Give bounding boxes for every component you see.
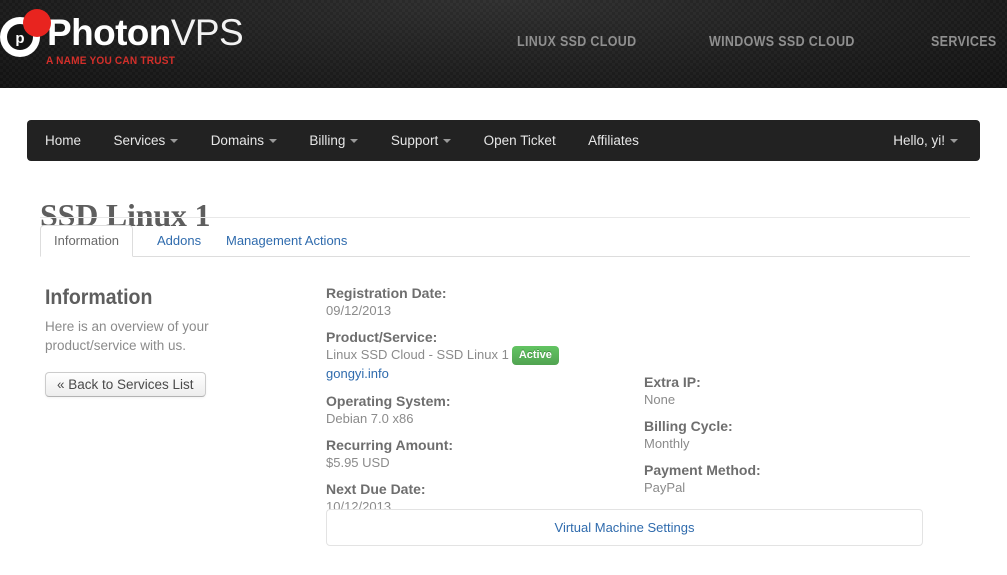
nav-item-open-ticket[interactable]: Open Ticket [470, 120, 570, 161]
field-recurring-amount-label: Recurring Amount: [326, 437, 454, 453]
virtual-machine-settings-panel[interactable]: Virtual Machine Settings [326, 509, 923, 546]
site-header: p PhotonVPS A NAME YOU CAN TRUST LINUX S… [0, 0, 1007, 88]
nav-item-affiliates[interactable]: Affiliates [574, 120, 653, 161]
field-payment-method-value: PayPal [644, 480, 686, 495]
tab-addons[interactable]: Addons [144, 226, 214, 257]
field-payment-method-label: Payment Method: [644, 462, 761, 478]
account-menu-label: Hello, yi! [893, 133, 945, 148]
nav-item-home-label: Home [45, 133, 82, 148]
nav-item-home[interactable]: Home [27, 120, 95, 161]
nav-item-billing-label: Billing [309, 133, 346, 148]
top-nav-item-windows-ssd-cloud[interactable]: WINDOWS SSD CLOUD [709, 30, 855, 54]
nav-item-open-ticket-label: Open Ticket [483, 133, 556, 148]
info-panel-description: Here is an overview of your product/serv… [45, 319, 209, 353]
field-recurring-amount: Recurring Amount: $5.95 USD [326, 436, 641, 471]
brand-name-photon: Photon [47, 12, 171, 53]
tab-management-actions[interactable]: Management Actions [213, 226, 360, 257]
brand-tagline: A NAME YOU CAN TRUST [46, 55, 176, 67]
main-navbar: Home Services Domains Billing Support Op… [27, 120, 980, 161]
field-payment-method: Payment Method: PayPal [644, 461, 924, 496]
field-operating-system-label: Operating System: [326, 393, 451, 409]
title-divider [40, 217, 970, 218]
field-next-due-date-label: Next Due Date: [326, 481, 426, 497]
info-panel-heading: Information [45, 286, 153, 309]
nav-item-affiliates-label: Affiliates [588, 133, 639, 148]
product-service-text: Linux SSD Cloud - SSD Linux 1 [326, 347, 509, 362]
chevron-down-icon [268, 139, 277, 143]
nav-item-services-label: Services [113, 133, 166, 148]
top-navigation: LINUX SSD CLOUD WINDOWS SSD CLOUD SERVIC… [517, 30, 1007, 54]
nav-item-services[interactable]: Services [99, 120, 192, 161]
details-left-column: Registration Date: 09/12/2013 Product/Se… [326, 284, 641, 524]
chevron-down-icon [350, 139, 359, 143]
field-extra-ip-label: Extra IP: [644, 374, 701, 390]
photonvps-logo-icon: p [0, 9, 52, 61]
field-billing-cycle: Billing Cycle: Monthly [644, 417, 924, 452]
field-billing-cycle-label: Billing Cycle: [644, 418, 733, 434]
top-nav-item-services[interactable]: SERVICES [931, 30, 997, 54]
chevron-down-icon [443, 139, 452, 143]
domain-link[interactable]: gongyi.info [326, 366, 389, 381]
logo-letter-p: p [15, 30, 25, 47]
brand-logo[interactable]: p PhotonVPS A NAME YOU CAN TRUST [0, 6, 420, 82]
navbar-right-items: Hello, yi! [885, 120, 966, 161]
field-operating-system: Operating System: Debian 7.0 x86 [326, 392, 641, 427]
nav-item-support-label: Support [390, 133, 439, 148]
field-product-domain: gongyi.info [326, 365, 641, 383]
brand-name: PhotonVPS [47, 11, 244, 55]
field-product-service-label: Product/Service: [326, 329, 438, 345]
field-operating-system-value: Debian 7.0 x86 [326, 411, 414, 426]
field-extra-ip-value: None [644, 392, 676, 407]
virtual-machine-settings-link[interactable]: Virtual Machine Settings [327, 510, 922, 545]
account-menu[interactable]: Hello, yi! [885, 120, 966, 161]
chevron-down-icon [170, 139, 179, 143]
field-product-service: Product/Service: Linux SSD Cloud - SSD L… [326, 328, 641, 383]
nav-item-domains[interactable]: Domains [197, 120, 291, 161]
field-billing-cycle-value: Monthly [644, 436, 690, 451]
navbar-left-items: Home Services Domains Billing Support Op… [27, 120, 653, 161]
chevron-down-icon [950, 139, 958, 143]
field-registration-date-label: Registration Date: [326, 285, 447, 301]
tab-bar: Information Addons Management Actions [40, 225, 970, 257]
back-to-services-list-button[interactable]: « Back to Services List [45, 372, 206, 397]
field-recurring-amount-value: $5.95 USD [326, 455, 390, 470]
field-registration-date-value: 09/12/2013 [326, 303, 392, 318]
status-badge: Active [511, 346, 559, 365]
top-nav-item-linux-ssd-cloud[interactable]: LINUX SSD CLOUD [517, 30, 636, 54]
field-registration-date: Registration Date: 09/12/2013 [326, 284, 641, 319]
tab-information[interactable]: Information [40, 225, 134, 257]
details-right-column: Extra IP: None Billing Cycle: Monthly Pa… [644, 373, 924, 505]
nav-item-domains-label: Domains [210, 133, 264, 148]
field-product-service-value: Linux SSD Cloud - SSD Linux 1 Active [326, 346, 641, 365]
nav-item-billing[interactable]: Billing [295, 120, 372, 161]
nav-item-support[interactable]: Support [377, 120, 465, 161]
brand-name-vps: VPS [170, 12, 244, 53]
field-extra-ip: Extra IP: None [644, 373, 924, 408]
